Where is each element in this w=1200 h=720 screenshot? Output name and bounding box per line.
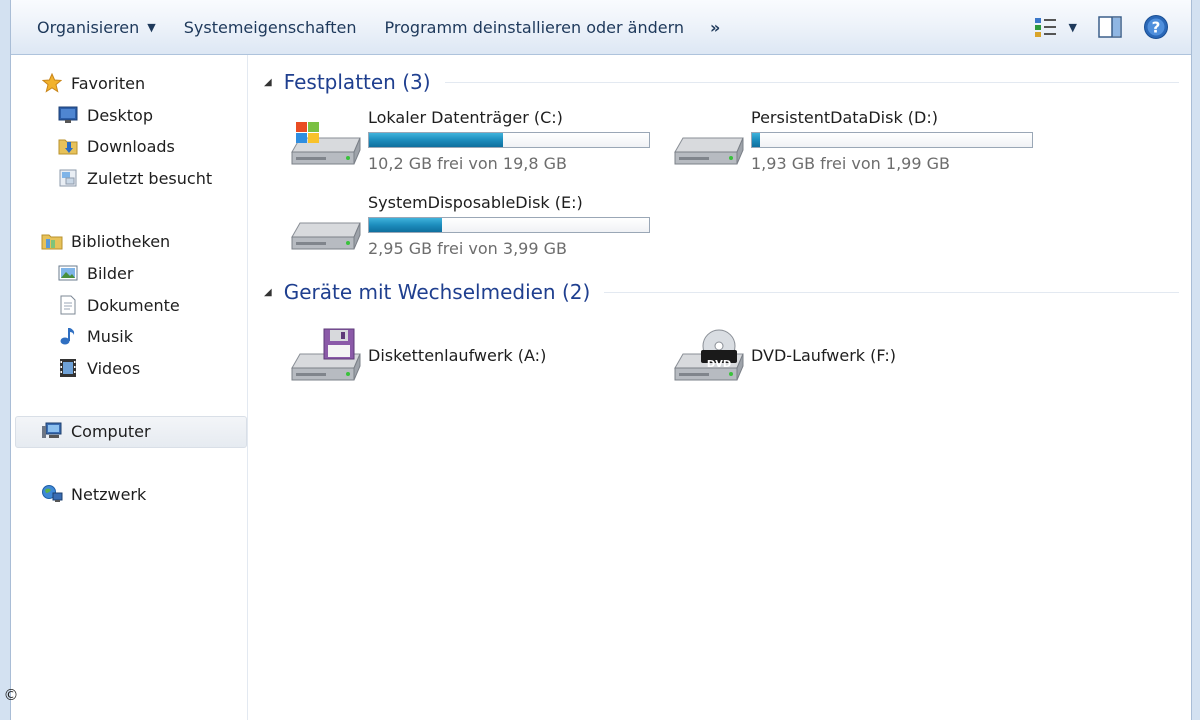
view-options-chevron-icon: ▼	[1068, 20, 1077, 34]
usage-bar-fill	[369, 218, 442, 232]
drive-name: DVD-Laufwerk (F:)	[751, 346, 896, 365]
nav-computer-label: Computer	[71, 421, 151, 441]
drive-item-c[interactable]: Lokaler Datenträger (C:) 10,2 GB frei vo…	[288, 108, 668, 178]
nav-favorites-label: Favoriten	[71, 73, 146, 93]
nav-item-documents-label: Dokumente	[87, 295, 180, 315]
usage-bar-fill	[752, 133, 761, 147]
group-divider	[604, 291, 1179, 293]
nav-network[interactable]: Netzwerk	[41, 481, 146, 507]
nav-item-desktop[interactable]: Desktop	[57, 102, 153, 128]
usage-bar	[751, 132, 1033, 148]
help-icon[interactable]: ?	[1143, 14, 1169, 40]
drive-name: SystemDisposableDisk (E:)	[368, 193, 583, 212]
more-commands-label: »	[710, 17, 720, 37]
nav-item-videos[interactable]: Videos	[57, 355, 140, 381]
nav-item-videos-label: Videos	[87, 358, 141, 378]
view-options-button[interactable]: ▼	[1033, 14, 1077, 40]
downloads-folder-icon	[57, 135, 79, 157]
drive-item-a[interactable]: Diskettenlaufwerk (A:)	[288, 320, 668, 390]
explorer-window: Organisieren ▼ Systemeigenschaften Progr…	[10, 0, 1192, 720]
nav-item-downloads-label: Downloads	[87, 136, 175, 156]
recent-places-icon	[57, 167, 79, 189]
view-options-icon	[1033, 14, 1059, 40]
more-commands-button[interactable]: »	[698, 10, 729, 44]
drive-item-e[interactable]: SystemDisposableDisk (E:) 2,95 GB frei v…	[288, 193, 668, 263]
dvd-drive-icon: DVD	[671, 328, 747, 388]
pictures-icon	[57, 262, 79, 284]
usage-bar-fill	[369, 133, 504, 147]
copyright-symbol: ©	[3, 686, 19, 704]
group-header-removable[interactable]: ◢ Geräte mit Wechselmedien (2)	[264, 278, 1179, 306]
floppy-drive-icon	[288, 328, 364, 388]
collapse-triangle-icon[interactable]: ◢	[264, 77, 272, 88]
star-icon	[41, 72, 63, 94]
usage-bar	[368, 132, 650, 148]
drive-free-space: 2,95 GB frei von 3,99 GB	[368, 239, 567, 258]
libraries-folder-icon	[41, 230, 63, 252]
chevron-down-icon: ▼	[147, 20, 156, 34]
usage-bar	[368, 217, 650, 233]
svg-text:?: ?	[1152, 19, 1161, 37]
hard-drive-icon	[288, 201, 364, 261]
nav-computer[interactable]: Computer	[41, 418, 151, 444]
drive-name: Lokaler Datenträger (C:)	[368, 108, 563, 127]
nav-item-downloads[interactable]: Downloads	[57, 133, 175, 159]
drive-item-f[interactable]: DVD DVD-Laufwerk (F:)	[671, 320, 1051, 390]
network-icon	[41, 483, 63, 505]
windows-hard-drive-icon	[288, 116, 364, 176]
system-properties-button[interactable]: Systemeigenschaften	[170, 10, 371, 44]
dvd-badge-label: DVD	[706, 359, 732, 370]
drive-free-space: 10,2 GB frei von 19,8 GB	[368, 154, 567, 173]
organize-menu-button[interactable]: Organisieren ▼	[11, 10, 170, 44]
navigation-pane: Favoriten Desktop Downloads Zuletzt besu…	[11, 55, 248, 720]
group-divider	[444, 81, 1179, 83]
nav-item-recent[interactable]: Zuletzt besucht	[57, 165, 212, 191]
nav-item-recent-label: Zuletzt besucht	[87, 168, 213, 188]
system-properties-label: Systemeigenschaften	[183, 17, 357, 37]
nav-item-pictures[interactable]: Bilder	[57, 260, 133, 286]
nav-network-label: Netzwerk	[71, 484, 147, 504]
uninstall-program-label: Programm deinstallieren oder ändern	[384, 17, 685, 37]
preview-pane-icon[interactable]	[1097, 14, 1123, 40]
nav-item-music[interactable]: Musik	[57, 323, 133, 349]
content-pane: ◢ Festplatten (3) Lokaler Datenträger (C…	[248, 55, 1191, 720]
drive-item-d[interactable]: PersistentDataDisk (D:) 1,93 GB frei von…	[671, 108, 1051, 178]
nav-favorites[interactable]: Favoriten	[41, 70, 145, 96]
nav-item-documents[interactable]: Dokumente	[57, 292, 180, 318]
hard-drive-icon	[671, 116, 747, 176]
video-film-icon	[57, 357, 79, 379]
organize-label: Organisieren	[37, 17, 140, 37]
music-note-icon	[57, 325, 79, 347]
collapse-triangle-icon[interactable]: ◢	[264, 287, 272, 298]
command-bar: Organisieren ▼ Systemeigenschaften Progr…	[11, 0, 1191, 55]
nav-libraries[interactable]: Bibliotheken	[41, 228, 170, 254]
desktop-icon	[57, 104, 79, 126]
group-header-hard-disks[interactable]: ◢ Festplatten (3)	[264, 68, 1179, 96]
documents-icon	[57, 294, 79, 316]
nav-item-music-label: Musik	[87, 326, 133, 346]
nav-libraries-label: Bibliotheken	[71, 231, 171, 251]
nav-item-desktop-label: Desktop	[87, 105, 153, 125]
drive-free-space: 1,93 GB frei von 1,99 GB	[751, 154, 950, 173]
group-title-hard-disks: Festplatten (3)	[283, 70, 431, 94]
drive-name: Diskettenlaufwerk (A:)	[368, 346, 547, 365]
drive-name: PersistentDataDisk (D:)	[751, 108, 938, 127]
group-title-removable: Geräte mit Wechselmedien (2)	[283, 280, 591, 304]
computer-icon	[41, 420, 63, 442]
nav-item-pictures-label: Bilder	[87, 263, 134, 283]
uninstall-program-button[interactable]: Programm deinstallieren oder ändern	[371, 10, 699, 44]
